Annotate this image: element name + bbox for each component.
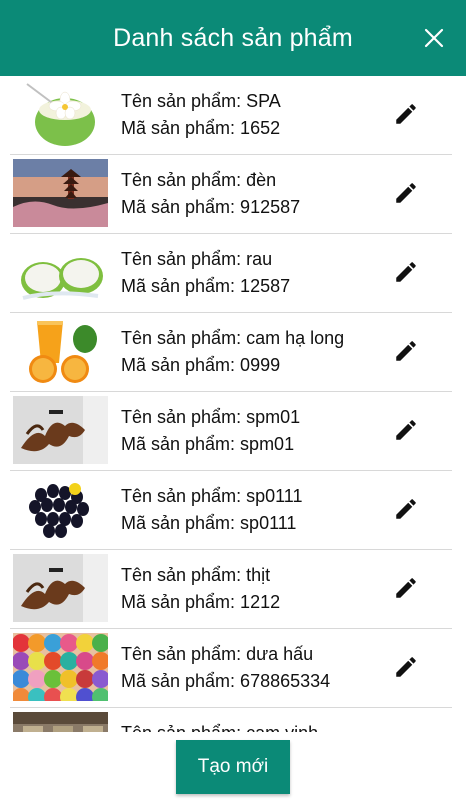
edit-icon[interactable] — [393, 575, 419, 601]
product-code: Mã sản phẩm: 1652 — [121, 118, 281, 138]
list-item[interactable]: Tên sản phẩm: đèn Mã sản phẩm: 912587 — [0, 155, 466, 234]
product-image — [13, 317, 108, 385]
list-item[interactable]: Tên sản phẩm: SPA Mã sản phẩm: 1652 — [0, 76, 466, 155]
product-code: Mã sản phẩm: spm01 — [121, 434, 295, 454]
product-image — [13, 238, 108, 306]
product-image — [13, 80, 108, 148]
product-image — [13, 396, 108, 464]
list-item[interactable]: Tên sản phẩm: thịt Mã sản phẩm: 1212 — [0, 550, 466, 629]
product-info: Tên sản phẩm: rau Mã sản phẩm: 12587 — [121, 246, 290, 300]
list-item[interactable]: Tên sản phẩm: spm01 Mã sản phẩm: spm01 — [0, 392, 466, 471]
close-icon[interactable] — [422, 26, 446, 50]
product-name: Tên sản phẩm: dưa hấu — [121, 644, 314, 664]
product-info: Tên sản phẩm: cam hạ long Mã sản phẩm: 0… — [121, 325, 344, 379]
list-item[interactable]: Tên sản phẩm: sp0111 Mã sản phẩm: sp0111 — [0, 471, 466, 550]
product-image — [13, 633, 108, 701]
product-info: Tên sản phẩm: cam vinh — [121, 720, 318, 732]
product-image — [13, 159, 108, 227]
edit-icon[interactable] — [393, 417, 419, 443]
list-item[interactable]: Tên sản phẩm: rau Mã sản phẩm: 12587 — [0, 234, 466, 313]
edit-icon[interactable] — [393, 101, 419, 127]
edit-icon[interactable] — [393, 496, 419, 522]
product-name: Tên sản phẩm: rau — [121, 249, 273, 269]
list-item[interactable]: Tên sản phẩm: dưa hấu Mã sản phẩm: 67886… — [0, 629, 466, 708]
product-info: Tên sản phẩm: spm01 Mã sản phẩm: spm01 — [121, 404, 300, 458]
edit-icon[interactable] — [393, 654, 419, 680]
product-list[interactable]: Tên sản phẩm: SPA Mã sản phẩm: 1652 Tên … — [0, 76, 466, 732]
product-code: Mã sản phẩm: 1212 — [121, 592, 281, 612]
product-name: Tên sản phẩm: sp0111 — [121, 486, 303, 506]
create-new-button[interactable]: Tạo mới — [176, 740, 290, 794]
product-info: Tên sản phẩm: đèn Mã sản phẩm: 912587 — [121, 167, 300, 221]
edit-icon[interactable] — [393, 180, 419, 206]
edit-icon[interactable] — [393, 259, 419, 285]
product-code: Mã sản phẩm: sp0111 — [121, 513, 297, 533]
product-name: Tên sản phẩm: cam vinh — [121, 720, 318, 732]
product-code: Mã sản phẩm: 912587 — [121, 197, 301, 217]
page-title: Danh sách sản phẩm — [113, 23, 353, 52]
product-code: Mã sản phẩm: 678865334 — [121, 671, 331, 691]
product-name: Tên sản phẩm: đèn — [121, 170, 277, 190]
product-name: Tên sản phẩm: cam hạ long — [121, 328, 345, 348]
product-info: Tên sản phẩm: sp0111 Mã sản phẩm: sp0111 — [121, 483, 302, 537]
app-header: Danh sách sản phẩm — [0, 0, 466, 76]
footer: Tạo mới — [0, 732, 466, 800]
product-code: Mã sản phẩm: 12587 — [121, 276, 291, 296]
product-info: Tên sản phẩm: dưa hấu Mã sản phẩm: 67886… — [121, 641, 330, 695]
product-image — [13, 554, 108, 622]
product-code: Mã sản phẩm: 0999 — [121, 355, 281, 375]
product-image — [13, 475, 108, 543]
product-name: Tên sản phẩm: SPA — [121, 91, 281, 111]
edit-icon[interactable] — [393, 338, 419, 364]
product-name: Tên sản phẩm: thịt — [121, 565, 271, 585]
product-info: Tên sản phẩm: SPA Mã sản phẩm: 1652 — [121, 88, 281, 142]
product-image — [13, 712, 108, 732]
list-item[interactable]: Tên sản phẩm: cam hạ long Mã sản phẩm: 0… — [0, 313, 466, 392]
product-name: Tên sản phẩm: spm01 — [121, 407, 301, 427]
list-item[interactable]: Tên sản phẩm: cam vinh — [0, 708, 466, 732]
product-info: Tên sản phẩm: thịt Mã sản phẩm: 1212 — [121, 562, 280, 616]
